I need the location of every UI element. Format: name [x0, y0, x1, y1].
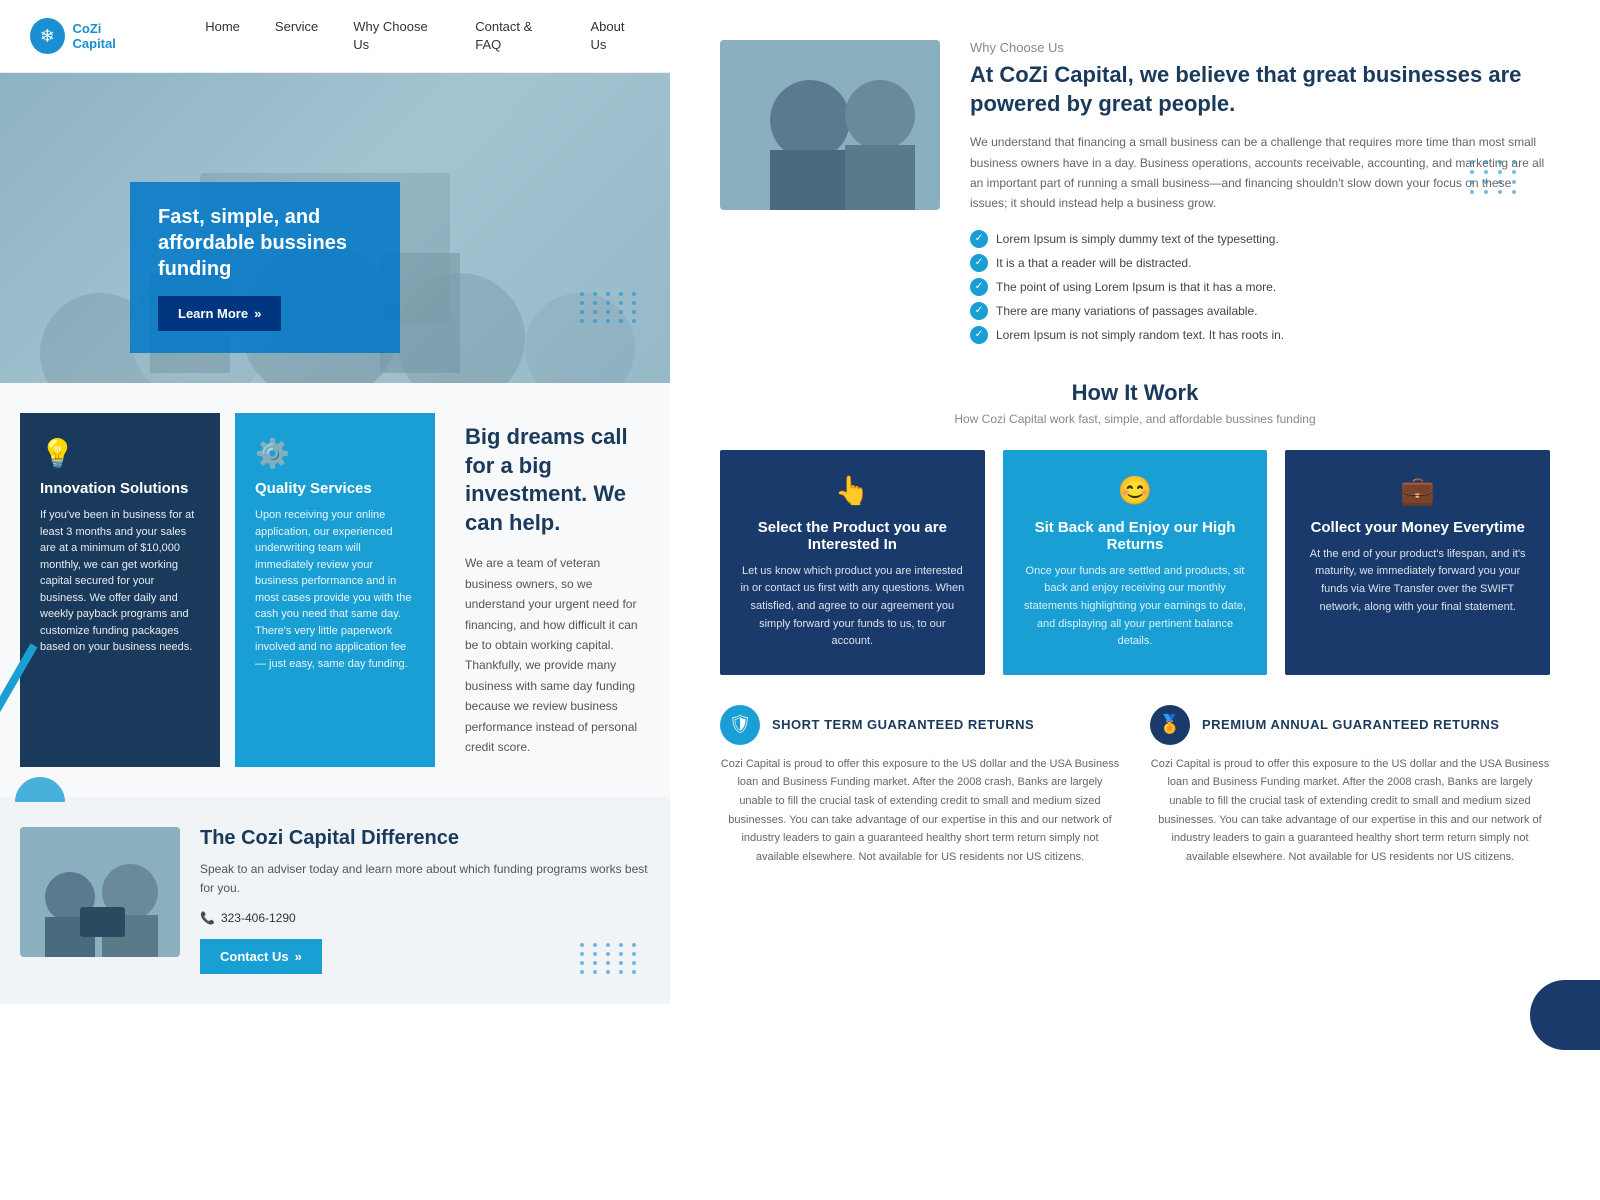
check-icon: ✓ [970, 230, 988, 248]
feature-cards-section: 💡 Innovation Solutions If you've been in… [0, 383, 670, 797]
why-list-item: ✓ Lorem Ipsum is not simply random text.… [970, 326, 1550, 344]
short-term-text: Cozi Capital is proud to offer this expo… [720, 755, 1120, 867]
feature-main: Big dreams call for a big investment. We… [455, 413, 650, 767]
how-card-2-icon: 😊 [1021, 474, 1250, 507]
check-icon: ✓ [970, 278, 988, 296]
why-content: Why Choose Us At CoZi Capital, we believ… [970, 40, 1550, 350]
feature-main-title: Big dreams call for a big investment. We… [465, 423, 650, 537]
how-cards-container: 👆 Select the Product you are Interested … [720, 450, 1550, 675]
hero-content-box: Fast, simple, and affordable bussines fu… [130, 182, 400, 353]
how-card-3-text: At the end of your product's lifespan, a… [1303, 546, 1532, 616]
why-svg [720, 40, 940, 210]
page-wrapper: ❄ CoZi Capital Home Service Why Choose U… [0, 0, 1600, 1200]
why-image [720, 40, 940, 210]
difference-description: Speak to an adviser today and learn more… [200, 860, 650, 898]
nav-item-why[interactable]: Why Choose Us [353, 18, 440, 54]
how-card-1-icon: 👆 [738, 474, 967, 507]
hero-section: Fast, simple, and affordable bussines fu… [0, 73, 670, 383]
innovation-title: Innovation Solutions [40, 480, 200, 497]
why-list-item: ✓ Lorem Ipsum is simply dummy text of th… [970, 230, 1550, 248]
phone-row: 📞 323-406-1290 [200, 911, 650, 925]
innovation-icon: 💡 [40, 437, 200, 470]
shield-icon: 🛡 [720, 705, 760, 745]
why-label: Why Choose Us [970, 40, 1550, 55]
how-card-3-icon: 💼 [1303, 474, 1532, 507]
phone-icon: 📞 [200, 911, 215, 925]
phone-number: 323-406-1290 [221, 911, 296, 925]
logo-text: CoZi Capital [73, 21, 146, 51]
premium-returns: 🏅 PREMIUM ANNUAL GUARANTEED RETURNS Cozi… [1150, 705, 1550, 867]
quality-card: ⚙️ Quality Services Upon receiving your … [235, 413, 435, 767]
learn-more-button[interactable]: Learn More » [158, 296, 281, 331]
hero-title: Fast, simple, and affordable bussines fu… [158, 204, 372, 282]
check-icon: ✓ [970, 254, 988, 272]
why-list-item: ✓ There are many variations of passages … [970, 302, 1550, 320]
how-it-works-section: How It Work How Cozi Capital work fast, … [720, 380, 1550, 887]
how-card-1: 👆 Select the Product you are Interested … [720, 450, 985, 675]
medal-icon: 🏅 [1150, 705, 1190, 745]
how-card-2-title: Sit Back and Enjoy our High Returns [1021, 519, 1250, 553]
how-card-1-text: Let us know which product you are intere… [738, 563, 967, 651]
bottom-dots-decoration [580, 943, 640, 974]
why-list: ✓ Lorem Ipsum is simply dummy text of th… [970, 230, 1550, 344]
how-card-3-title: Collect your Money Everytime [1303, 519, 1532, 536]
nav-item-about[interactable]: About Us [590, 18, 640, 54]
people-illustration [20, 827, 180, 957]
why-text: We understand that financing a small bus… [970, 132, 1550, 214]
difference-content: The Cozi Capital Difference Speak to an … [20, 827, 650, 973]
hero-dots-decoration [580, 292, 640, 323]
short-term-title: SHORT TERM GUARANTEED RETURNS [772, 717, 1034, 732]
feature-main-text: We are a team of veteran business owners… [465, 553, 650, 757]
right-circle-decoration [1530, 980, 1600, 1050]
nav-item-contact[interactable]: Contact & FAQ [475, 18, 555, 54]
short-term-header: 🛡 SHORT TERM GUARANTEED RETURNS [720, 705, 1120, 745]
quality-text: Upon receiving your online application, … [255, 507, 415, 672]
short-term-returns: 🛡 SHORT TERM GUARANTEED RETURNS Cozi Cap… [720, 705, 1120, 867]
how-card-3: 💼 Collect your Money Everytime At the en… [1285, 450, 1550, 675]
logo: ❄ CoZi Capital [30, 18, 145, 54]
why-list-item: ✓ The point of using Lorem Ipsum is that… [970, 278, 1550, 296]
nav-item-home[interactable]: Home [205, 18, 240, 54]
why-list-item: ✓ It is a that a reader will be distract… [970, 254, 1550, 272]
logo-icon: ❄ [30, 18, 65, 54]
contact-us-button[interactable]: Contact Us » [200, 939, 322, 974]
check-icon: ✓ [970, 326, 988, 344]
why-choose-us-section: Why Choose Us At CoZi Capital, we believ… [720, 40, 1550, 350]
premium-header: 🏅 PREMIUM ANNUAL GUARANTEED RETURNS [1150, 705, 1550, 745]
premium-title: PREMIUM ANNUAL GUARANTEED RETURNS [1202, 717, 1499, 732]
nav-item-service[interactable]: Service [275, 18, 318, 54]
check-icon: ✓ [970, 302, 988, 320]
quality-title: Quality Services [255, 480, 415, 497]
how-card-2: 😊 Sit Back and Enjoy our High Returns On… [1003, 450, 1268, 675]
how-card-2-text: Once your funds are settled and products… [1021, 563, 1250, 651]
why-title: At CoZi Capital, we believe that great b… [970, 61, 1550, 118]
right-panel: Why Choose Us At CoZi Capital, we believ… [670, 0, 1600, 1200]
how-title: How It Work [720, 380, 1550, 406]
returns-section: 🛡 SHORT TERM GUARANTEED RETURNS Cozi Cap… [720, 705, 1550, 867]
innovation-text: If you've been in business for at least … [40, 507, 200, 656]
people-svg [20, 827, 180, 957]
nav-links: Home Service Why Choose Us Contact & FAQ… [205, 18, 640, 54]
left-panel: ❄ CoZi Capital Home Service Why Choose U… [0, 0, 670, 1200]
cozi-difference-section: The Cozi Capital Difference Speak to an … [0, 797, 670, 1003]
right-dots-decoration [1470, 160, 1520, 194]
difference-title: The Cozi Capital Difference [200, 827, 650, 850]
quality-icon: ⚙️ [255, 437, 415, 470]
navbar: ❄ CoZi Capital Home Service Why Choose U… [0, 0, 670, 73]
innovation-card: 💡 Innovation Solutions If you've been in… [20, 413, 220, 767]
how-subtitle: How Cozi Capital work fast, simple, and … [720, 412, 1550, 426]
premium-text: Cozi Capital is proud to offer this expo… [1150, 755, 1550, 867]
how-card-1-title: Select the Product you are Interested In [738, 519, 967, 553]
